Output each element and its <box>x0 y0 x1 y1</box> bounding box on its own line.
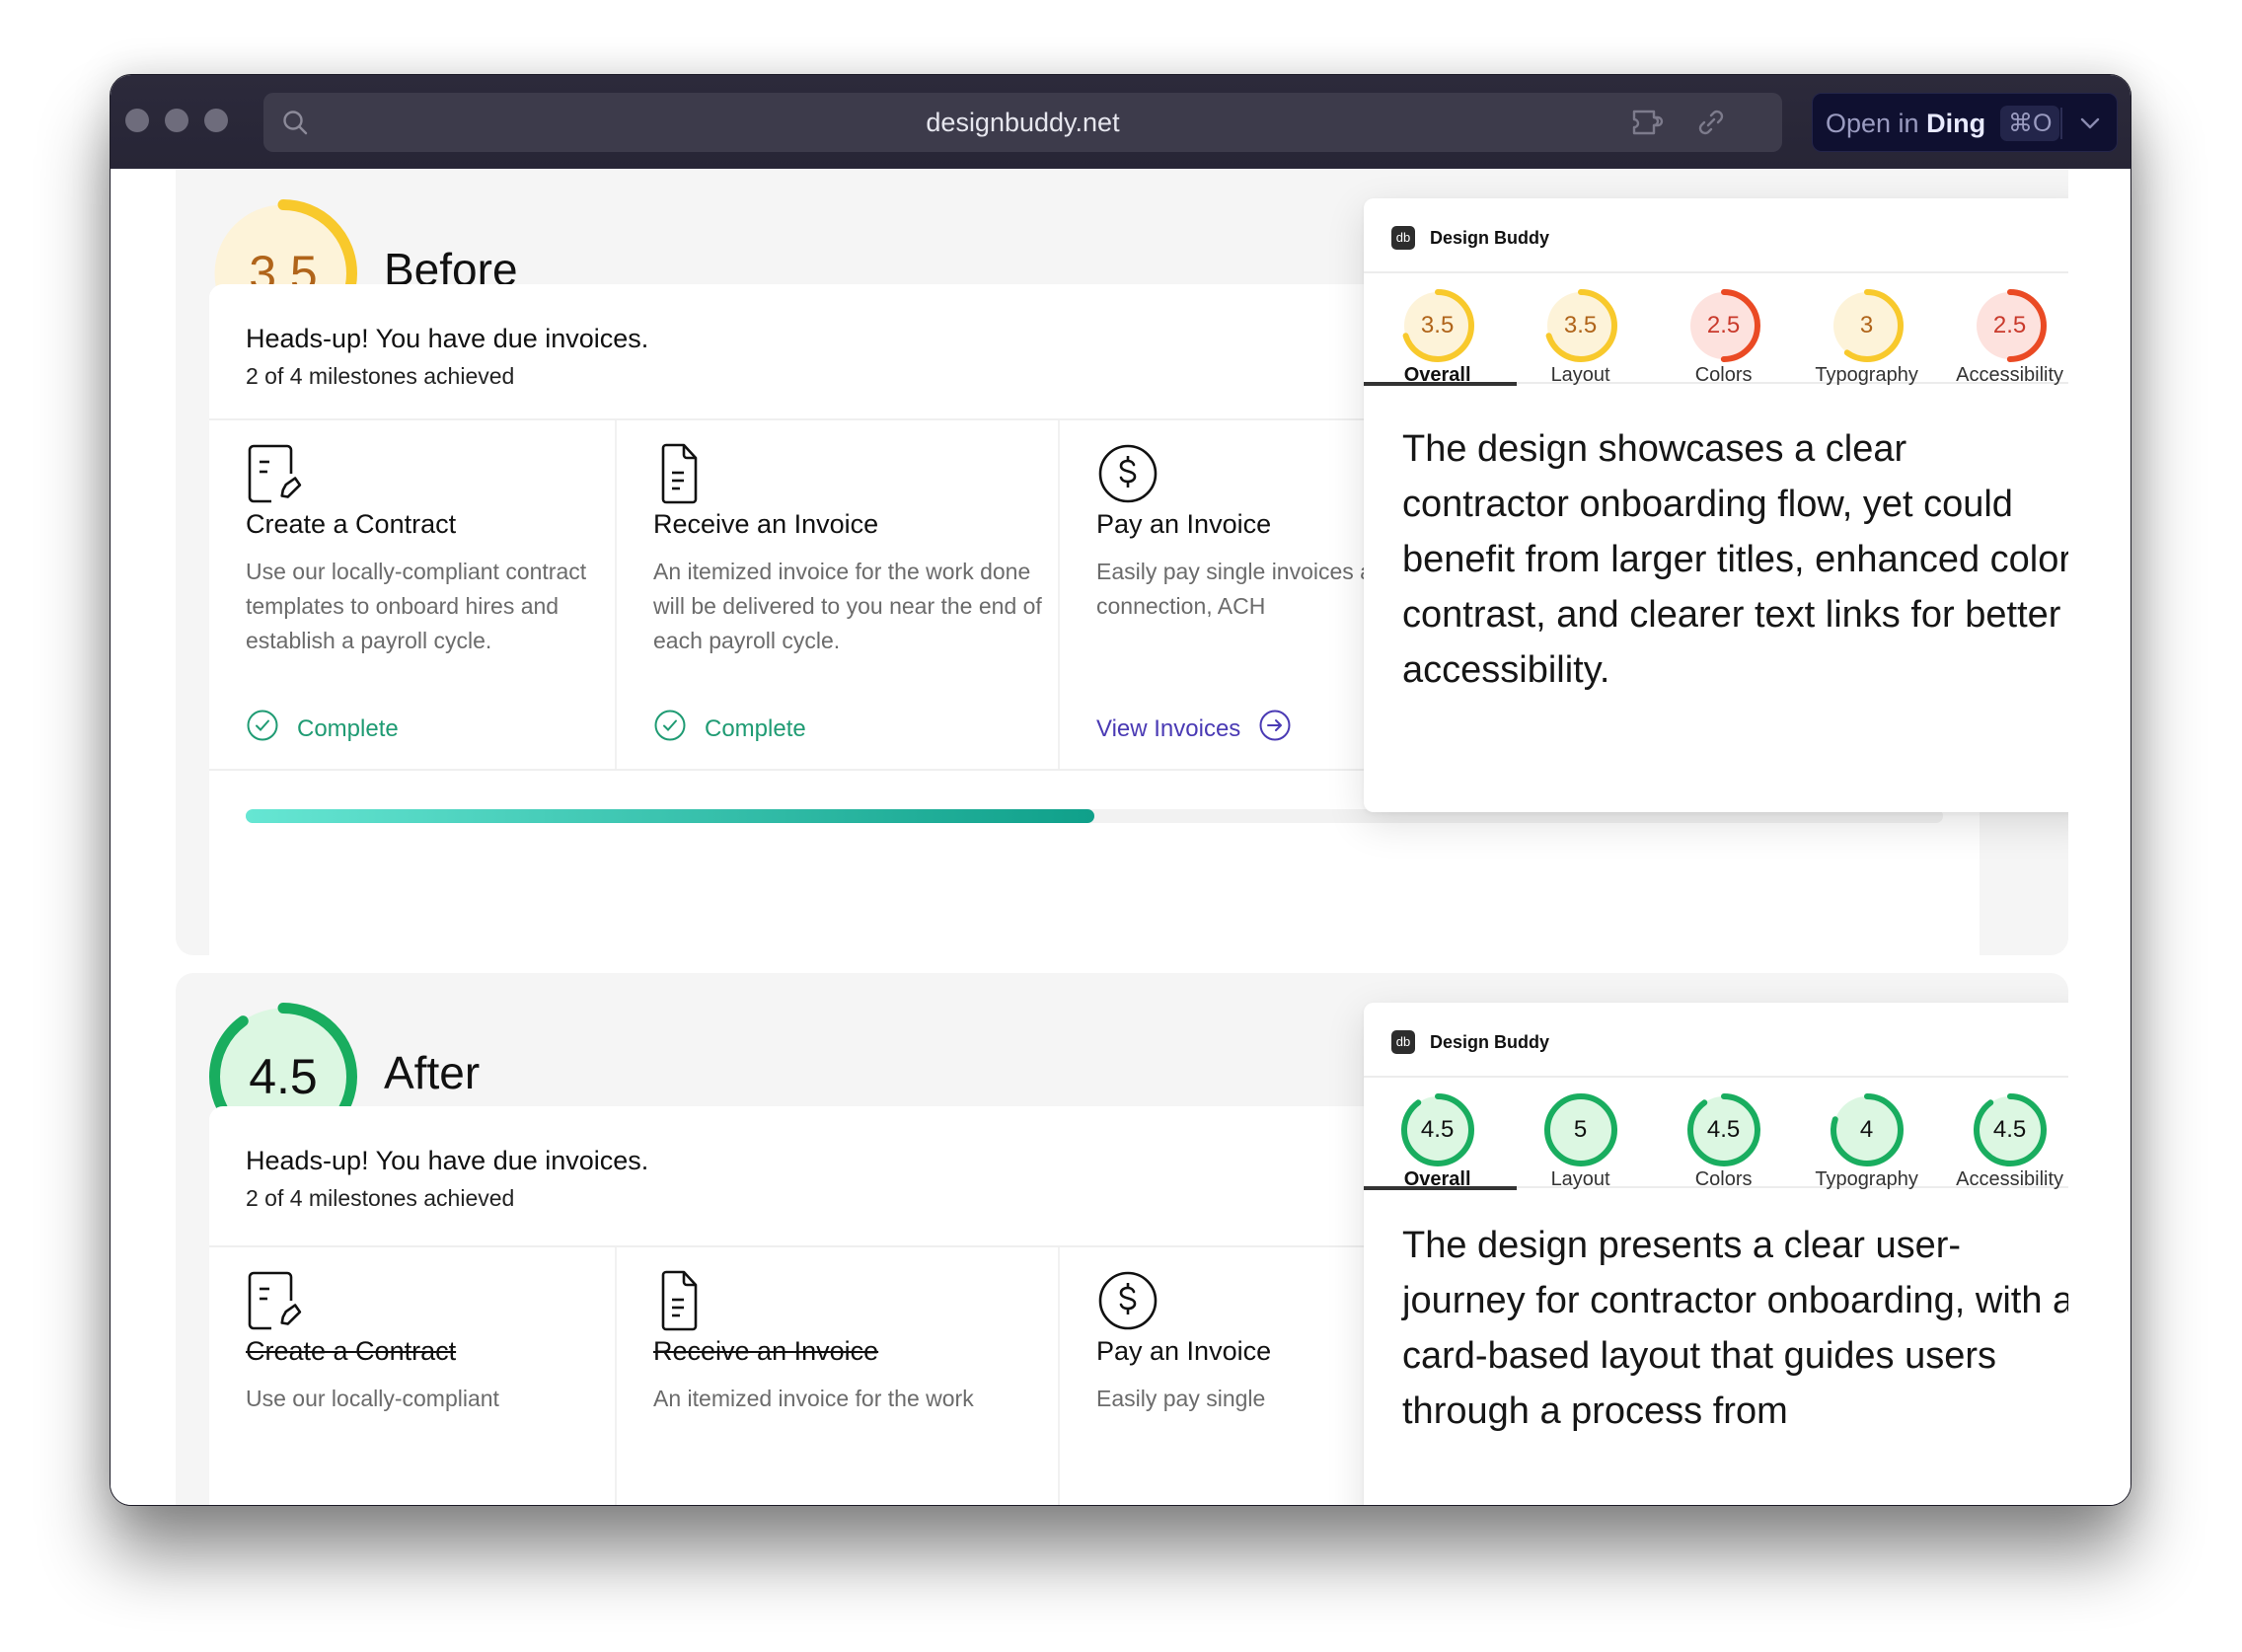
page-content: 3.5 Before Heads-up! You have due invoic… <box>111 169 2130 1505</box>
score-value: 4.5 <box>1420 1116 1455 1143</box>
design-buddy-panel: db Design Buddy 3.5 Overall 3.5 Layout 2.5 Co… <box>1363 198 2068 812</box>
score-ring: 5 <box>1543 1093 1617 1166</box>
score-tabs: 4.5 Overall 5 Layout 4.5 Colors 4 Typography 4.5… <box>1363 1080 2068 1190</box>
tab-overall[interactable]: 4.5 Overall <box>1363 1080 1517 1190</box>
panel-header: db Design Buddy <box>1364 1003 2068 1078</box>
arrow-right-circle-icon <box>1258 709 1292 749</box>
score-value: 3.5 <box>1420 312 1455 338</box>
score-tabs: 3.5 Overall 3.5 Layout 2.5 Colors 3 Typography 2… <box>1363 275 2068 386</box>
milestone-status: Complete <box>246 709 399 749</box>
dollar-circle-icon <box>1096 1269 1159 1337</box>
open-in-label: Open in Ding <box>1826 109 1986 138</box>
contract-edit-icon <box>246 442 309 510</box>
score-value: 3.5 <box>1563 312 1598 338</box>
active-tab-indicator <box>1363 1186 1517 1190</box>
milestone-title: Pay an Invoice <box>1096 509 1272 539</box>
address-bar[interactable]: designbuddy.net <box>263 93 1782 152</box>
check-circle-icon <box>653 709 687 749</box>
score-ring: 2.5 <box>1973 289 2047 362</box>
milestone-title: Receive an Invoice <box>653 509 879 539</box>
milestone-title: Create a Contract <box>246 509 457 539</box>
title-bar: designbuddy.net Open in Ding ⌘O <box>111 75 2130 169</box>
score-value: 3 <box>1859 312 1874 338</box>
panel-header: db Design Buddy <box>1364 198 2068 273</box>
tab-accessibility[interactable]: 4.5 Accessibility <box>1936 1080 2068 1190</box>
dollar-circle-icon <box>1096 442 1159 510</box>
tab-label: Accessibility <box>1956 1168 2064 1190</box>
browser-window: designbuddy.net Open in Ding ⌘O 3.5 Befo… <box>110 74 2131 1506</box>
brand-name: Design Buddy <box>1430 228 1550 248</box>
milestone-receive-invoice: Receive an Invoice An itemized invoice f… <box>615 420 1059 771</box>
window-close-button[interactable] <box>125 109 149 132</box>
button-divider <box>2060 108 2062 139</box>
milestone-create-contract: Create a Contract Use our locally-compli… <box>209 1247 653 1505</box>
open-in-ding-button[interactable]: Open in Ding ⌘O <box>1812 93 2118 152</box>
after-section: 4.5 After Heads-up! You have due invoice… <box>176 973 2068 1505</box>
milestone-create-contract: Create a Contract Use our locally-compli… <box>209 420 653 771</box>
card-heading: Heads-up! You have due invoices. <box>246 324 649 353</box>
score-ring: 3.5 <box>1400 289 1474 362</box>
score-value: 2.5 <box>1706 312 1741 338</box>
score-ring: 4.5 <box>1973 1093 2047 1166</box>
milestone-receive-invoice: Receive an Invoice An itemized invoice f… <box>615 1247 1059 1505</box>
milestone-title: Receive an Invoice <box>653 1336 879 1366</box>
review-text: The design presents a clear user-journey… <box>1402 1225 2068 1432</box>
score-ring: 4.5 <box>1686 1093 1760 1166</box>
score-value: 4 <box>1859 1116 1874 1143</box>
brand-name: Design Buddy <box>1430 1032 1550 1052</box>
card-heading: Heads-up! You have due invoices. <box>246 1146 649 1175</box>
contract-edit-icon <box>246 1269 309 1337</box>
tab-layout[interactable]: 3.5 Layout <box>1507 275 1655 386</box>
check-circle-icon <box>246 709 279 749</box>
tab-typography[interactable]: 4 Typography <box>1793 1080 1941 1190</box>
milestone-description: Use our locally-compliant contract templ… <box>246 559 587 653</box>
score-value: 4.5 <box>1992 1116 2027 1143</box>
url-text[interactable]: designbuddy.net <box>263 93 1782 152</box>
active-tab-indicator <box>1363 382 1517 386</box>
milestone-status: Complete <box>653 709 806 749</box>
link-icon[interactable] <box>1694 107 1728 143</box>
tab-colors[interactable]: 2.5 Colors <box>1650 275 1798 386</box>
score-ring: 4.5 <box>1400 1093 1474 1166</box>
score-value: 4.5 <box>1706 1116 1741 1143</box>
tab-accessibility[interactable]: 2.5 Accessibility <box>1936 275 2068 386</box>
chevron-down-icon[interactable] <box>2079 113 2101 138</box>
document-icon <box>653 442 716 510</box>
window-minimize-button[interactable] <box>165 109 188 132</box>
extension-icon[interactable] <box>1630 107 1670 143</box>
tab-label: Accessibility <box>1956 364 2064 386</box>
before-section: 3.5 Before Heads-up! You have due invoic… <box>176 169 2068 955</box>
view-invoices-link[interactable]: View Invoices <box>1096 709 1292 749</box>
milestone-title: Pay an Invoice <box>1096 1336 1272 1366</box>
card-subheading: 2 of 4 milestones achieved <box>246 1185 515 1211</box>
score-value: 5 <box>1573 1116 1588 1143</box>
milestone-description: An itemized invoice for the work done wi… <box>653 559 1042 653</box>
tab-typography[interactable]: 3 Typography <box>1793 275 1941 386</box>
progress-fill <box>246 809 1094 823</box>
score-ring: 3 <box>1830 289 1904 362</box>
tab-layout[interactable]: 5 Layout <box>1507 1080 1655 1190</box>
tab-colors[interactable]: 4.5 Colors <box>1650 1080 1798 1190</box>
score-ring: 3.5 <box>1543 289 1617 362</box>
milestone-description: Use our locally-compliant <box>246 1386 499 1411</box>
status-label: Complete <box>297 714 399 742</box>
review-text: The design showcases a clear contractor … <box>1402 428 2068 691</box>
shortcut-badge: ⌘O <box>2000 106 2060 141</box>
tab-overall[interactable]: 3.5 Overall <box>1363 275 1517 386</box>
card-subheading: 2 of 4 milestones achieved <box>246 363 515 389</box>
design-buddy-logo: db <box>1391 226 1415 250</box>
document-icon <box>653 1269 716 1337</box>
design-buddy-logo: db <box>1391 1030 1415 1054</box>
status-label: View Invoices <box>1096 714 1241 742</box>
score-value: 2.5 <box>1992 312 2027 338</box>
section-title: After <box>384 1047 481 1098</box>
score-ring: 2.5 <box>1686 289 1760 362</box>
score-ring: 4 <box>1830 1093 1904 1166</box>
milestone-title: Create a Contract <box>246 1336 457 1366</box>
milestone-description: An itemized invoice for the work <box>653 1386 974 1411</box>
window-zoom-button[interactable] <box>204 109 228 132</box>
status-label: Complete <box>705 714 806 742</box>
design-buddy-panel: db Design Buddy 4.5 Overall 5 Layout 4.5 Colo… <box>1363 1003 2068 1505</box>
